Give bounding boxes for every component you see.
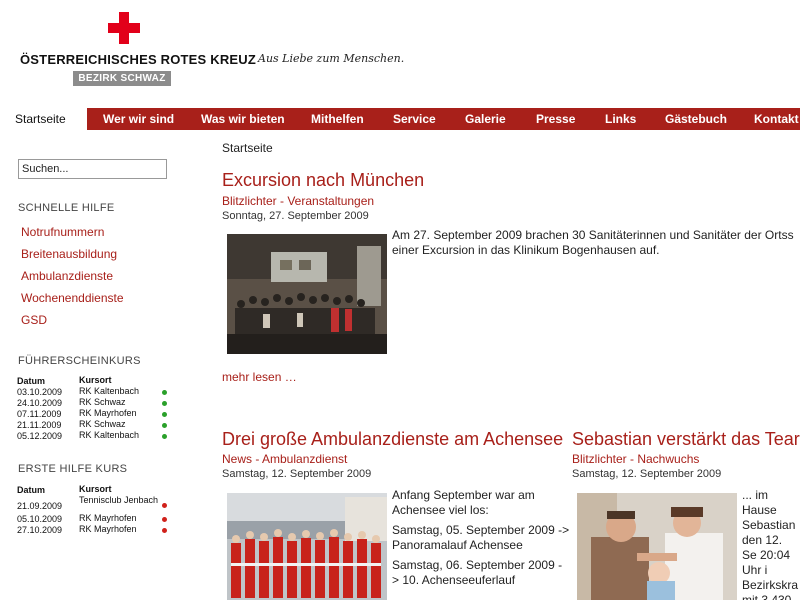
nav-item-was-wir-bieten[interactable]: Was wir bieten xyxy=(201,108,285,130)
status-dot-icon xyxy=(162,412,167,417)
course-place: RK Mayrhofen xyxy=(79,524,137,534)
nav-item-service[interactable]: Service xyxy=(393,108,436,130)
course-place: RK Schwaz xyxy=(79,419,126,429)
article-teaser-event-2: Samstag, 06. September 2009 - > 10. Ache… xyxy=(392,558,563,587)
course-date: 05.10.2009 xyxy=(17,514,63,524)
sidebar-link-ambulanzdienste[interactable]: Ambulanzdienste xyxy=(21,269,113,283)
sidebar-link-wochenenddienste[interactable]: Wochenenddienste xyxy=(21,291,124,305)
article-teaser-event-1: Samstag, 05. September 2009 -> Panoramal… xyxy=(392,523,570,552)
status-dot-icon xyxy=(162,528,167,533)
article-photo[interactable] xyxy=(227,493,387,600)
team-photo-image xyxy=(227,493,387,600)
course-date: 21.11.2009 xyxy=(17,420,62,430)
sidebar-link-gsd[interactable]: GSD xyxy=(21,313,47,327)
nav-item-galerie[interactable]: Galerie xyxy=(465,108,506,130)
status-dot-icon xyxy=(162,390,167,395)
course-place: RK Mayrhofen xyxy=(79,513,137,523)
status-dot-icon xyxy=(162,503,167,508)
org-name: ÖSTERREICHISCHES ROTES KREUZ xyxy=(20,52,257,67)
nav-item-presse[interactable]: Presse xyxy=(536,108,575,130)
status-dot-icon xyxy=(162,401,167,406)
nav-item-kontakt[interactable]: Kontakt xyxy=(754,108,799,130)
main-nav: Startseite Wer wir sind Was wir bieten M… xyxy=(0,108,800,130)
course-place: Tennisclub Jenbach xyxy=(79,495,159,505)
district-badge: BEZIRK SCHWAZ xyxy=(73,71,171,86)
article-teaser: Am 27. September 2009 brachen 30 Sanität… xyxy=(392,228,794,257)
col-datum: Datum xyxy=(17,485,46,495)
course-date: 24.10.2009 xyxy=(17,398,63,408)
course-place: RK Schwaz xyxy=(79,397,126,407)
article-title[interactable]: Drei große Ambulanzdienste am Achensee xyxy=(222,429,563,450)
course-place: RK Mayrhofen xyxy=(79,408,137,418)
quick-help-heading: SCHNELLE HILFE xyxy=(18,202,115,214)
article-photo[interactable] xyxy=(227,234,387,354)
sidebar-link-breitenausbildung[interactable]: Breitenausbildung xyxy=(21,247,117,261)
course-date: 07.11.2009 xyxy=(17,409,62,419)
course-date: 05.12.2009 xyxy=(17,431,63,441)
col-datum: Datum xyxy=(17,376,46,386)
course-place: RK Kaltenbach xyxy=(79,386,140,396)
search-input[interactable] xyxy=(18,159,167,179)
course-date: 27.10.2009 xyxy=(17,525,63,535)
sidebar-link-notrufnummern[interactable]: Notrufnummern xyxy=(21,225,104,239)
article-photo[interactable] xyxy=(577,493,737,600)
col-kursort: Kursort xyxy=(79,375,112,385)
article-category[interactable]: Blitzlichter - Veranstaltungen xyxy=(222,194,374,208)
article-teaser-intro: Anfang September war am Achensee viel lo… xyxy=(392,488,535,517)
article-title[interactable]: Sebastian verstärkt das Tear xyxy=(572,429,800,450)
license-course-heading: FÜHRERSCHEINKURS xyxy=(18,355,141,367)
article-title[interactable]: Excursion nach München xyxy=(222,170,424,191)
article-date: Sonntag, 27. September 2009 xyxy=(222,210,369,222)
breadcrumb[interactable]: Startseite xyxy=(222,141,273,155)
course-date: 21.09.2009 xyxy=(17,501,63,511)
article-category[interactable]: News - Ambulanzdienst xyxy=(222,452,347,466)
first-aid-course-heading: ERSTE HILFE KURS xyxy=(18,463,128,475)
course-date: 03.10.2009 xyxy=(17,387,63,397)
family-photo-image xyxy=(577,493,737,600)
slogan: Aus Liebe zum Menschen. xyxy=(258,52,405,65)
nav-item-startseite[interactable]: Startseite xyxy=(15,108,66,130)
status-dot-icon xyxy=(162,423,167,428)
status-dot-icon xyxy=(162,517,167,522)
article-category[interactable]: Blitzlichter - Nachwuchs xyxy=(572,452,699,466)
read-more-link[interactable]: mehr lesen … xyxy=(222,370,297,384)
col-kursort: Kursort xyxy=(79,484,112,494)
nav-item-wer-wir-sind[interactable]: Wer wir sind xyxy=(103,108,174,130)
group-photo-image xyxy=(227,234,387,354)
nav-item-mithelfen[interactable]: Mithelfen xyxy=(311,108,364,130)
nav-item-gaestebuch[interactable]: Gästebuch xyxy=(665,108,727,130)
article-date: Samstag, 12. September 2009 xyxy=(222,468,372,480)
article-date: Samstag, 12. September 2009 xyxy=(572,468,722,480)
status-dot-icon xyxy=(162,434,167,439)
course-place: RK Kaltenbach xyxy=(79,430,140,440)
nav-item-links[interactable]: Links xyxy=(605,108,636,130)
article-teaser: ... im Hause Sebastian den 12. Se 20:04 … xyxy=(742,488,799,600)
red-cross-icon-bar xyxy=(108,23,140,33)
